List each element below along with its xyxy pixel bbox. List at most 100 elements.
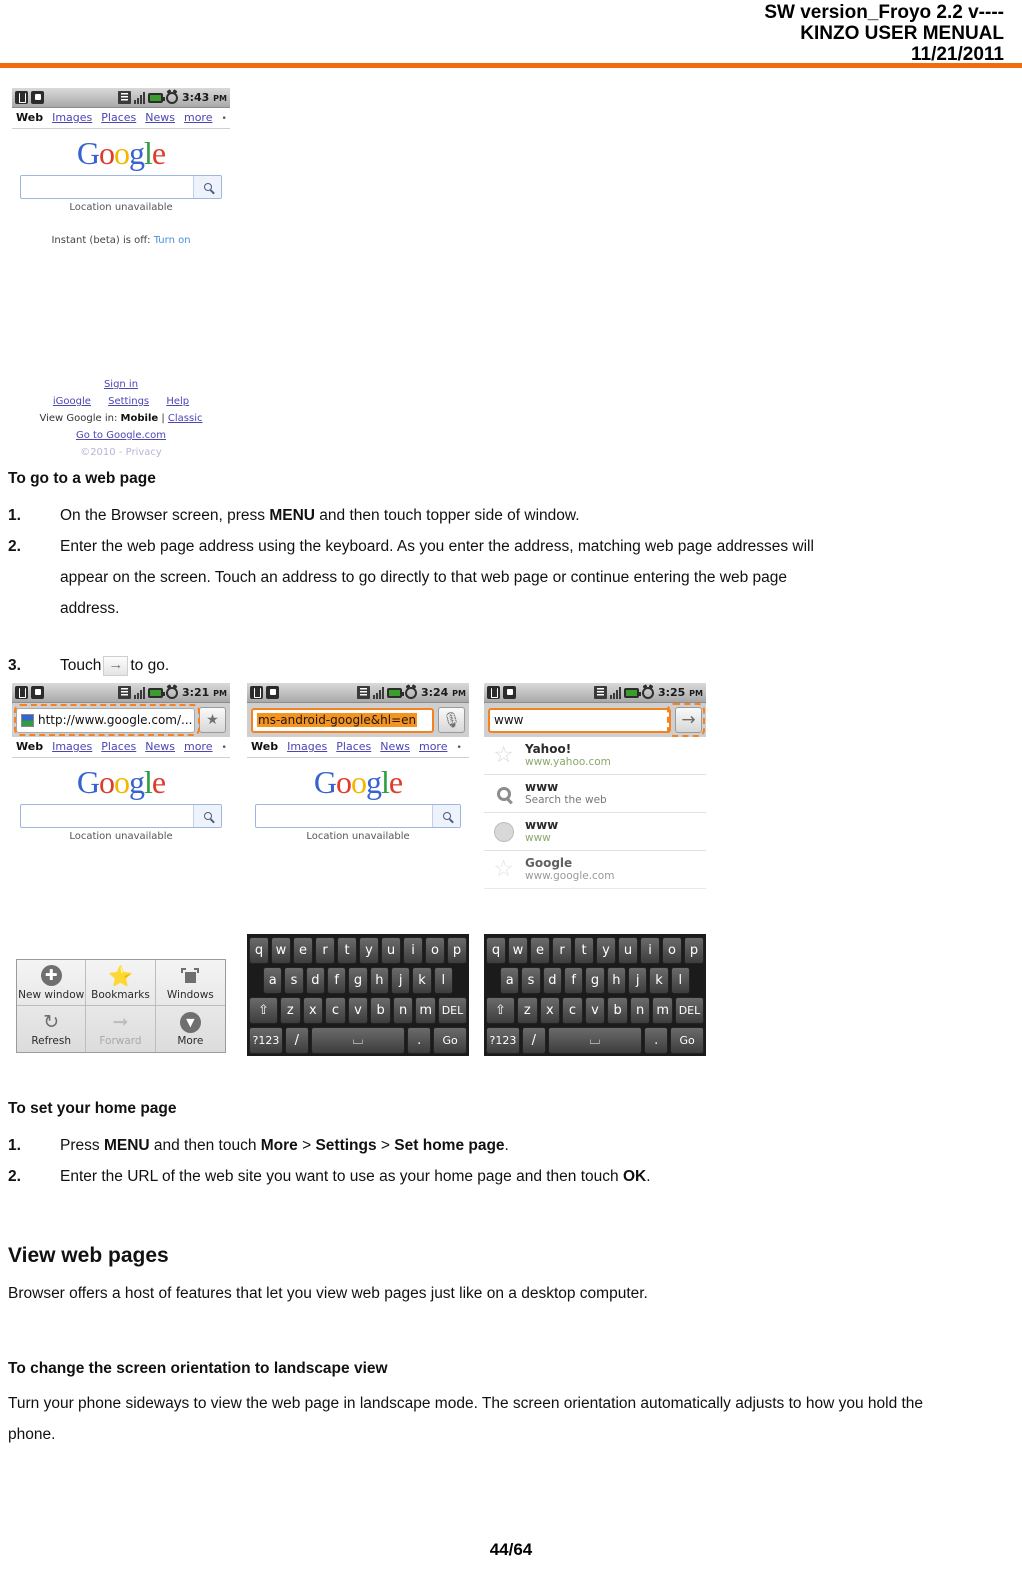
space-key-icon[interactable]: ⌴	[310, 1027, 406, 1054]
go-to-google-com-link[interactable]: Go to Google.com	[76, 430, 166, 441]
key-p[interactable]: p	[684, 937, 704, 964]
nav-tab-web[interactable]: Web	[16, 111, 43, 124]
key-l[interactable]: l	[433, 967, 453, 994]
nav-tab-web[interactable]: Web	[16, 740, 43, 753]
nav-tab-images[interactable]: Images	[52, 111, 92, 124]
key-m[interactable]: m	[415, 997, 437, 1024]
key-y[interactable]: y	[596, 937, 616, 964]
menu-item-more[interactable]: ▼ More	[156, 1006, 225, 1052]
nav-tab-more[interactable]: more	[419, 740, 448, 753]
key-period[interactable]: .	[407, 1027, 432, 1054]
key-l[interactable]: l	[670, 967, 690, 994]
key-q[interactable]: q	[249, 937, 269, 964]
key-v[interactable]: v	[584, 997, 606, 1024]
nav-tab-images[interactable]: Images	[287, 740, 327, 753]
key-a[interactable]: a	[263, 967, 283, 994]
voice-search-button[interactable]: 🎙	[438, 707, 465, 733]
key-h[interactable]: h	[606, 967, 626, 994]
go-arrow-button[interactable]: →	[675, 707, 702, 733]
menu-item-bookmarks[interactable]: ⭐ Bookmarks	[86, 960, 156, 1006]
list-item[interactable]: ☆ Yahoo! www.yahoo.com	[484, 737, 706, 775]
shift-key-icon[interactable]: ⇧	[486, 997, 515, 1024]
key-y[interactable]: y	[359, 937, 379, 964]
list-item[interactable]: www Search the web	[484, 775, 706, 813]
igoogle-link[interactable]: iGoogle	[53, 396, 91, 407]
key-n[interactable]: n	[392, 997, 414, 1024]
key-w[interactable]: w	[271, 937, 291, 964]
key-c[interactable]: c	[562, 997, 583, 1024]
google-search-input[interactable]	[21, 176, 193, 198]
delete-key-icon[interactable]: DEL	[438, 997, 467, 1024]
key-w[interactable]: w	[508, 937, 528, 964]
url-input[interactable]: http://www.google.com/...	[16, 707, 195, 733]
sign-in-link[interactable]: Sign in	[104, 379, 138, 390]
instant-turn-on-link[interactable]: Turn on	[154, 235, 191, 246]
google-search-box[interactable]	[20, 175, 222, 199]
nav-tab-places[interactable]: Places	[336, 740, 371, 753]
key-x[interactable]: x	[302, 997, 324, 1024]
url-input[interactable]: ms-android-google&hl=en	[251, 707, 434, 733]
delete-key-icon[interactable]: DEL	[675, 997, 704, 1024]
key-z[interactable]: z	[279, 997, 301, 1024]
key-slash[interactable]: /	[521, 1027, 546, 1054]
key-j[interactable]: j	[390, 967, 411, 994]
key-x[interactable]: x	[539, 997, 561, 1024]
nav-tab-web[interactable]: Web	[251, 740, 278, 753]
key-r[interactable]: r	[315, 937, 335, 964]
search-icon[interactable]	[432, 805, 460, 827]
key-period[interactable]: .	[644, 1027, 669, 1054]
key-u[interactable]: u	[381, 937, 401, 964]
key-o[interactable]: o	[425, 937, 445, 964]
list-item[interactable]: ☆ Google www.google.com	[484, 851, 706, 889]
arrow-right-icon[interactable]	[103, 656, 129, 676]
key-e[interactable]: e	[530, 937, 550, 964]
key-v[interactable]: v	[347, 997, 369, 1024]
key-g[interactable]: g	[348, 967, 368, 994]
search-icon[interactable]	[193, 176, 221, 198]
key-a[interactable]: a	[500, 967, 520, 994]
key-i[interactable]: i	[640, 937, 660, 964]
symbols-key[interactable]: ?123	[248, 1027, 283, 1054]
key-j[interactable]: j	[627, 967, 648, 994]
shift-key-icon[interactable]: ⇧	[249, 997, 278, 1024]
url-input[interactable]: www	[488, 707, 671, 733]
list-item[interactable]: www www	[484, 813, 706, 851]
key-k[interactable]: k	[412, 967, 432, 994]
google-search-input[interactable]	[21, 805, 193, 827]
key-u[interactable]: u	[618, 937, 638, 964]
nav-tab-places[interactable]: Places	[101, 111, 136, 124]
key-f[interactable]: f	[564, 967, 584, 994]
nav-tab-more[interactable]: more	[184, 740, 213, 753]
key-k[interactable]: k	[649, 967, 669, 994]
help-link[interactable]: Help	[166, 396, 189, 407]
menu-item-new-window[interactable]: ✚ New window	[17, 960, 87, 1006]
google-search-input[interactable]	[256, 805, 432, 827]
key-f[interactable]: f	[327, 967, 347, 994]
key-i[interactable]: i	[403, 937, 423, 964]
go-key[interactable]: Go	[670, 1027, 705, 1054]
nav-tab-news[interactable]: News	[145, 111, 175, 124]
nav-tab-news[interactable]: News	[145, 740, 175, 753]
key-t[interactable]: t	[337, 937, 357, 964]
key-n[interactable]: n	[629, 997, 651, 1024]
key-slash[interactable]: /	[284, 1027, 309, 1054]
nav-tab-images[interactable]: Images	[52, 740, 92, 753]
key-c[interactable]: c	[325, 997, 346, 1024]
key-d[interactable]: d	[305, 967, 325, 994]
key-r[interactable]: r	[552, 937, 572, 964]
menu-item-refresh[interactable]: ↻ Refresh	[17, 1006, 87, 1052]
key-d[interactable]: d	[542, 967, 562, 994]
key-g[interactable]: g	[585, 967, 605, 994]
bookmark-button[interactable]: ★	[199, 707, 226, 733]
key-t[interactable]: t	[574, 937, 594, 964]
menu-item-windows[interactable]: Windows	[155, 960, 225, 1006]
google-search-box[interactable]	[20, 804, 222, 828]
nav-tab-places[interactable]: Places	[101, 740, 136, 753]
symbols-key[interactable]: ?123	[485, 1027, 520, 1054]
key-z[interactable]: z	[516, 997, 538, 1024]
key-b[interactable]: b	[607, 997, 628, 1024]
search-icon[interactable]	[193, 805, 221, 827]
nav-tab-news[interactable]: News	[380, 740, 410, 753]
google-search-box[interactable]	[255, 804, 461, 828]
settings-link[interactable]: Settings	[108, 396, 149, 407]
